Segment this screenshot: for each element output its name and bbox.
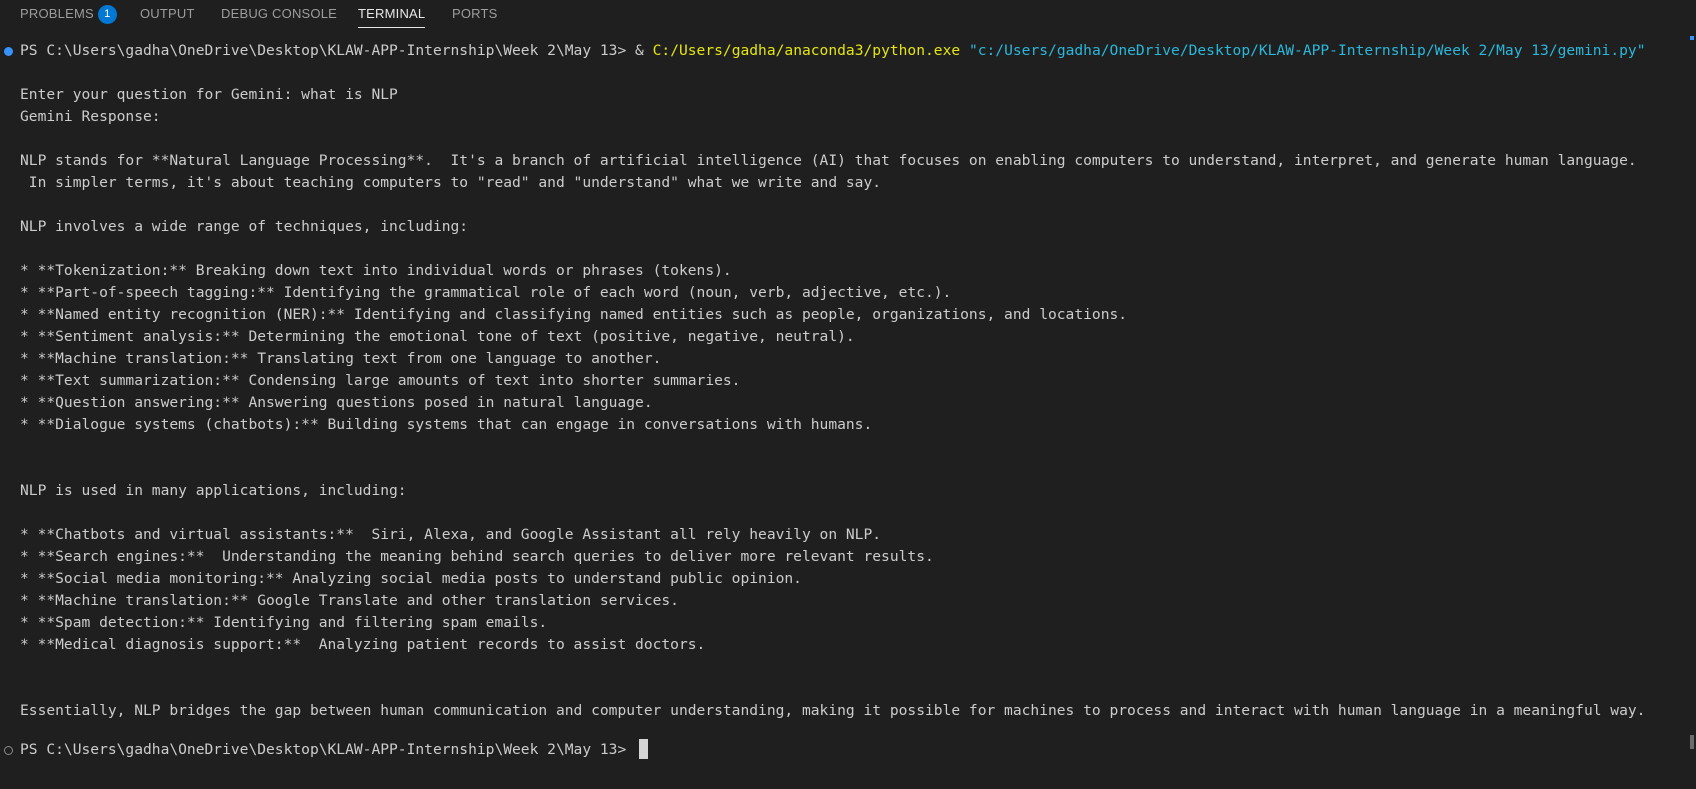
terminal-output-line: * **Medical diagnosis support:** Analyzi… (20, 636, 706, 653)
command-idle-dot-icon[interactable] (4, 746, 13, 755)
tab-debug-console[interactable]: DEBUG CONSOLE (221, 0, 337, 28)
panel-tab-bar: PROBLEMS 1 OUTPUT DEBUG CONSOLE TERMINAL … (0, 0, 1696, 28)
terminal-output-line: * **Text summarization:** Condensing lar… (20, 372, 741, 389)
tab-problems-label: PROBLEMS (20, 6, 94, 21)
terminal-output-line: NLP involves a wide range of techniques,… (20, 218, 469, 235)
terminal-output-line: Essentially, NLP bridges the gap between… (20, 702, 1646, 719)
terminal-output-line: * **Sentiment analysis:** Determining th… (20, 328, 855, 345)
overview-ruler-mark (1690, 36, 1694, 40)
command-operator: & (635, 42, 653, 59)
terminal-output-line: Gemini Response: (20, 108, 161, 125)
terminal-output-line: * **Named entity recognition (NER):** Id… (20, 306, 1128, 323)
terminal-output-line: * **Spam detection:** Identifying and fi… (20, 614, 548, 631)
terminal-cursor (639, 739, 649, 759)
tab-ports-label: PORTS (452, 6, 498, 21)
terminal-output-line: * **Question answering:** Answering ques… (20, 394, 653, 411)
problems-count-badge: 1 (97, 5, 117, 24)
tab-output-label: OUTPUT (140, 6, 195, 21)
final-prompt: PS C:\Users\gadha\OneDrive\Desktop\KLAW-… (20, 741, 636, 758)
terminal-output-line: * **Tokenization:** Breaking down text i… (20, 262, 732, 279)
terminal-output-line: * **Chatbots and virtual assistants:** S… (20, 526, 882, 543)
terminal-output-line: NLP stands for **Natural Language Proces… (20, 152, 1637, 169)
command-line: PS C:\Users\gadha\OneDrive\Desktop\KLAW-… (20, 40, 1646, 62)
terminal-output-line: * **Social media monitoring:** Analyzing… (20, 570, 802, 587)
tab-problems[interactable]: PROBLEMS 1 (20, 0, 117, 28)
terminal-output-line: * **Part-of-speech tagging:** Identifyin… (20, 284, 952, 301)
terminal-view[interactable]: PS C:\Users\gadha\OneDrive\Desktop\KLAW-… (0, 36, 1696, 780)
final-prompt-line[interactable]: PS C:\Users\gadha\OneDrive\Desktop\KLAW-… (20, 739, 649, 761)
command-prompt: PS C:\Users\gadha\OneDrive\Desktop\KLAW-… (20, 42, 636, 59)
terminal-output-line: * **Machine translation:** Translating t… (20, 350, 662, 367)
tab-ports[interactable]: PORTS (452, 0, 498, 28)
tab-debug-console-label: DEBUG CONSOLE (221, 6, 338, 21)
terminal-output-line: Enter your question for Gemini: what is … (20, 86, 398, 103)
terminal-output-line: NLP is used in many applications, includ… (20, 482, 407, 499)
command-argument: "c:/Users/gadha/OneDrive/Desktop/KLAW-AP… (968, 42, 1646, 59)
terminal-output-line: In simpler terms, it's about teaching co… (20, 174, 882, 191)
terminal-output-line: * **Machine translation:** Google Transl… (20, 592, 679, 609)
terminal-scrollbar-thumb[interactable] (1690, 735, 1694, 749)
terminal-output-line: * **Dialogue systems (chatbots):** Build… (20, 416, 873, 433)
tab-terminal-label: TERMINAL (358, 6, 426, 21)
command-success-dot-icon[interactable] (4, 47, 13, 56)
tab-terminal[interactable]: TERMINAL (358, 0, 426, 28)
command-executable: C:/Users/gadha/anaconda3/python.exe (652, 42, 961, 59)
tab-output[interactable]: OUTPUT (140, 0, 195, 28)
terminal-output-line: * **Search engines:** Understanding the … (20, 548, 934, 565)
